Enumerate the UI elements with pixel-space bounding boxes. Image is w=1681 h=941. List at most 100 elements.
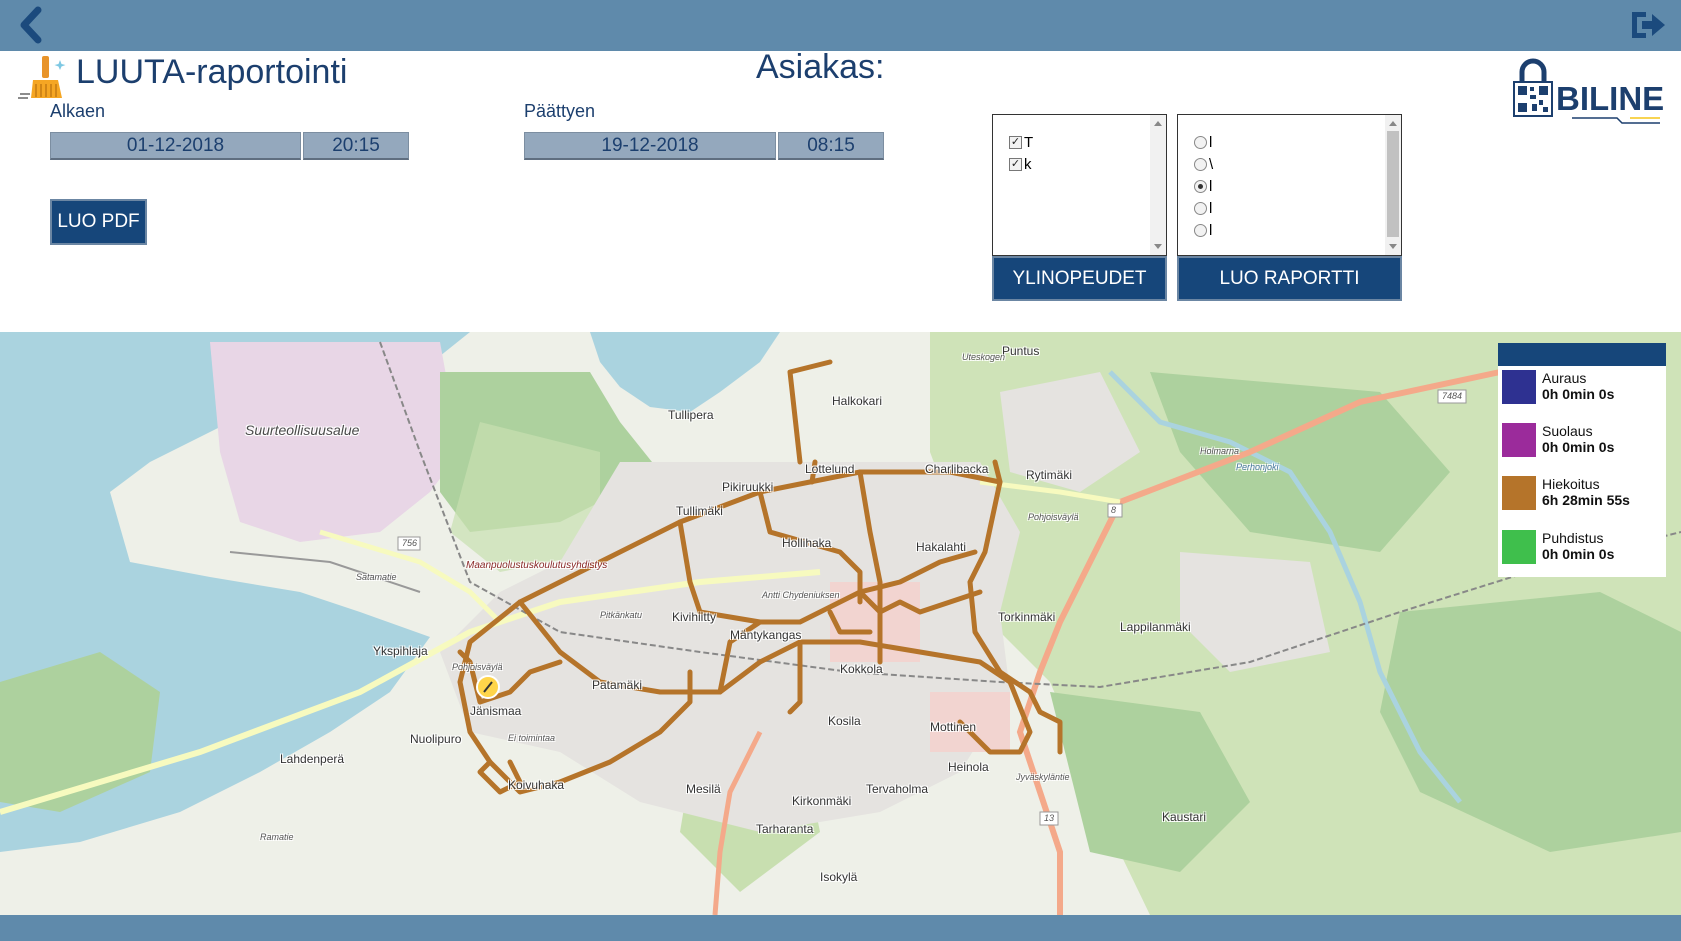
map-label: Pohjoisväylä	[1028, 512, 1079, 522]
start-label: Alkaen	[50, 101, 106, 121]
map-canvas[interactable]	[0, 332, 1681, 915]
map-label: Tullipera	[668, 408, 714, 422]
map-label: 8	[1111, 505, 1117, 515]
map-label: Nuolipuro	[410, 732, 462, 746]
radio-button[interactable]	[1194, 201, 1207, 215]
map-label: Koivuhaka	[508, 778, 565, 792]
list-item[interactable]: l	[1194, 220, 1212, 240]
list-item[interactable]: l	[1194, 132, 1212, 152]
map-label: Hakalahti	[916, 540, 967, 554]
checkbox-checked[interactable]: ✓	[1009, 135, 1022, 149]
legend-duration: 0h 0min 0s	[1542, 546, 1615, 562]
map-label: Lappilanmäki	[1120, 620, 1191, 634]
scrollbar[interactable]	[1150, 115, 1166, 255]
route-map[interactable]: Puntus Uteskogen Halkokari Tullipera Suu…	[0, 332, 1681, 915]
start-time-input[interactable]: 20:15	[303, 132, 409, 160]
biline-logo: BILINE	[1513, 58, 1664, 124]
map-label: Halkokari	[832, 394, 883, 408]
create-pdf-button[interactable]: LUO PDF	[50, 199, 147, 245]
map-label: Uteskogen	[962, 352, 1006, 362]
radio-button[interactable]	[1194, 157, 1207, 171]
end-label: Päättyen	[524, 101, 596, 121]
map-label: Satamatie	[356, 572, 397, 582]
legend-swatch	[1502, 530, 1536, 564]
end-date-input[interactable]: 19-12-2018	[524, 132, 776, 160]
map-label: Kivihiitty	[672, 610, 717, 624]
list-item[interactable]: l	[1194, 176, 1212, 196]
list-item-label: T	[1024, 133, 1034, 151]
legend-name: Hiekoitus	[1542, 476, 1600, 492]
legend-header	[1498, 343, 1666, 366]
bottom-bar	[0, 915, 1681, 941]
customer-label: Asiakas:	[756, 48, 885, 86]
create-report-button[interactable]: LUO RAPORTTI	[1177, 256, 1402, 301]
radio-button[interactable]	[1194, 135, 1207, 149]
map-label: Tarharanta	[756, 822, 814, 836]
start-date-input[interactable]: 01-12-2018	[50, 132, 301, 160]
top-bar	[0, 0, 1681, 51]
brand-name: BILINE	[1556, 80, 1664, 117]
map-label: Mesilä	[686, 782, 721, 796]
map-label: Maanpuolustuskoulutusyhdistys	[466, 560, 608, 571]
map-label: Lahdenperä	[280, 752, 345, 766]
broom-icon	[18, 56, 66, 99]
map-label: Puntus	[1002, 344, 1040, 358]
legend-name: Suolaus	[1542, 423, 1593, 439]
legend-swatch	[1502, 476, 1536, 510]
page-title: LUUTA-raportointi	[76, 53, 348, 91]
map-label: Kokkola	[840, 662, 883, 676]
map-label: Mottinen	[930, 720, 977, 734]
list-item-label: k	[1024, 155, 1032, 173]
map-label: Pohjoisväylä	[452, 662, 503, 672]
map-label: Tervaholma	[866, 782, 929, 796]
vehicle-list[interactable]: ✓ T ✓ k	[992, 114, 1167, 256]
map-label: Heinola	[948, 760, 989, 774]
map-label: Perhonjoki	[1236, 462, 1279, 472]
list-item[interactable]: ✓ T	[1009, 132, 1033, 152]
radio-button-selected[interactable]	[1194, 179, 1207, 193]
legend-swatch	[1502, 423, 1536, 457]
map-label: Mäntykangas	[730, 628, 802, 642]
map-label: Tullimäki	[676, 504, 723, 518]
legend-item: Auraus 0h 0min 0s	[1502, 370, 1614, 404]
overspeed-button[interactable]: YLINOPEUDET	[992, 256, 1167, 301]
report-type-list[interactable]: l \ l l l	[1177, 114, 1402, 256]
map-label: Rytimäki	[1026, 468, 1073, 482]
scroll-down-icon[interactable]	[1389, 244, 1397, 249]
legend-name: Auraus	[1542, 370, 1587, 386]
legend-duration: 0h 0min 0s	[1542, 439, 1615, 455]
list-item-label: \	[1209, 155, 1214, 173]
logout-icon[interactable]	[1628, 8, 1668, 42]
list-item-label: l	[1209, 221, 1213, 239]
map-legend: Auraus 0h 0min 0s Suolaus 0h 0min 0s Hie…	[1498, 343, 1666, 577]
legend-swatch	[1502, 370, 1536, 404]
checkbox-checked[interactable]: ✓	[1009, 157, 1022, 171]
end-time-input[interactable]: 08:15	[778, 132, 884, 160]
scroll-up-icon[interactable]	[1389, 121, 1397, 126]
map-label: Jyväskyläntie	[1016, 772, 1070, 782]
map-label: Jänismaa	[470, 704, 522, 718]
legend-item: Puhdistus 0h 0min 0s	[1502, 530, 1614, 564]
list-item[interactable]: l	[1194, 198, 1212, 218]
map-label: Pikiruukki	[722, 480, 774, 494]
legend-duration: 6h 28min 55s	[1542, 492, 1630, 508]
map-label: Charlibacka	[925, 462, 989, 476]
scrollbar[interactable]	[1385, 115, 1401, 255]
map-label: Torkinmäki	[998, 610, 1056, 624]
map-label: Ramatie	[260, 832, 294, 842]
scrollbar-thumb[interactable]	[1387, 131, 1399, 237]
chevron-left-icon[interactable]	[14, 6, 50, 44]
legend-duration: 0h 0min 0s	[1542, 386, 1615, 402]
radio-button[interactable]	[1194, 223, 1207, 237]
scroll-up-icon[interactable]	[1154, 121, 1162, 126]
map-label: 13	[1044, 813, 1055, 823]
list-item[interactable]: \	[1194, 154, 1213, 174]
map-label: Kosila	[828, 714, 861, 728]
map-label: Pitkänkatu	[600, 610, 643, 620]
list-item-label: l	[1209, 177, 1213, 195]
list-item[interactable]: ✓ k	[1009, 154, 1032, 174]
map-label: Isokylä	[820, 870, 858, 884]
scroll-down-icon[interactable]	[1154, 244, 1162, 249]
legend-name: Puhdistus	[1542, 530, 1604, 546]
map-label: Suurteollisuusalue	[245, 422, 360, 438]
